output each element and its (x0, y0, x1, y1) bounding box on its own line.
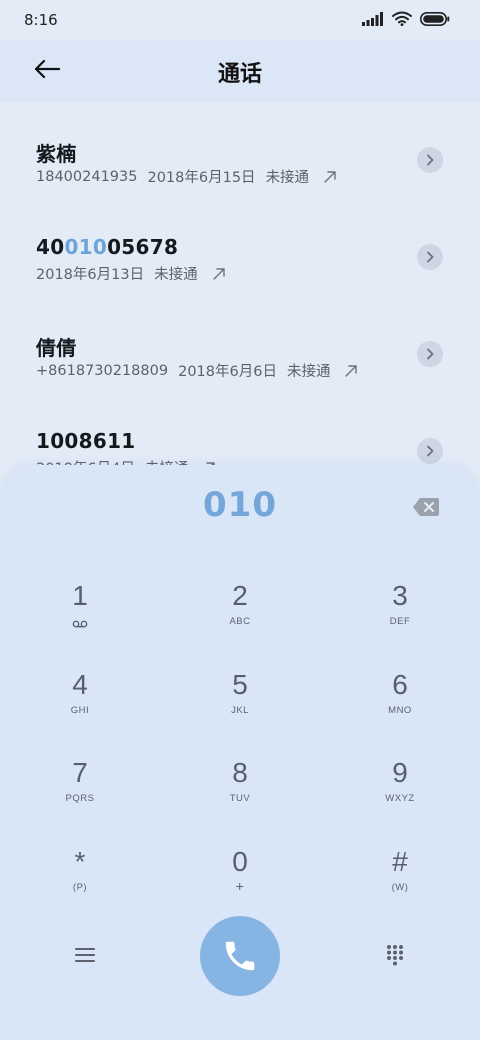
key-8[interactable]: 8 TUV (180, 757, 300, 837)
call-log-item[interactable]: 4001005678 2018年6月13日 未接通 (0, 201, 480, 298)
key-letters: (W) (391, 882, 409, 893)
contact-name: 紫楠 (36, 142, 77, 166)
call-detail: 2018年6月13日 未接通 (36, 263, 226, 284)
key-letters: ABC (229, 616, 251, 627)
phone-number: 18400241935 (36, 168, 138, 185)
key-letters: PQRS (65, 793, 95, 804)
key-digit: 9 (392, 757, 408, 788)
voicemail-icon (72, 620, 88, 628)
backspace-icon (413, 498, 439, 516)
key-5[interactable]: 5 JKL (180, 669, 300, 749)
key-digit: 2 (232, 580, 248, 611)
key-digit: 1 (72, 580, 88, 611)
key-letters: (P) (72, 882, 88, 893)
key-digit: 5 (232, 669, 248, 700)
call-status: 未接通 (286, 364, 331, 380)
key-digit: 7 (72, 757, 88, 788)
name-suffix: 05678 (107, 235, 179, 259)
wifi-icon (392, 11, 412, 26)
key-3[interactable]: 3 DEF (340, 580, 460, 660)
key-digit: 3 (392, 580, 408, 611)
key-1[interactable]: 1 (20, 580, 140, 660)
call-status: 未接通 (154, 267, 198, 283)
key-0[interactable]: 0 + (180, 846, 300, 926)
contact-name: 1008611 (36, 429, 136, 453)
call-detail-button[interactable] (417, 438, 443, 464)
status-bar: 8:16 (0, 0, 480, 40)
key-letters: TUV (229, 793, 251, 804)
backspace-button[interactable] (412, 497, 440, 517)
chevron-right-icon (427, 154, 434, 166)
call-log-list: 紫楠 18400241935 2018年6月15日 未接通 4001005678… (0, 104, 480, 492)
chevron-right-icon (427, 348, 434, 360)
name-prefix: 40 (36, 235, 65, 259)
menu-icon (75, 948, 95, 962)
dialpad: 010 1 2 ABC 3 DEF 4 GHI 5 JKL 6 MNO 7 PQ… (0, 465, 480, 1040)
call-date: 2018年6月13日 (36, 267, 145, 283)
call-detail-button[interactable] (417, 147, 443, 173)
call-detail-button[interactable] (417, 341, 443, 367)
keypad-toggle-button[interactable] (380, 940, 410, 970)
key-7[interactable]: 7 PQRS (20, 757, 140, 837)
battery-icon (420, 11, 450, 26)
chevron-right-icon (427, 251, 434, 263)
key-digit: * (74, 846, 86, 877)
header: 通话 (0, 40, 480, 102)
name-match-highlight: 010 (64, 235, 108, 259)
contact-name: 4001005678 (36, 235, 178, 259)
call-log-item[interactable]: 紫楠 18400241935 2018年6月15日 未接通 (0, 104, 480, 201)
call-log-item[interactable]: 倩倩 +8618730218809 2018年6月6日 未接通 (0, 298, 480, 395)
page-title: 通话 (217, 62, 262, 87)
key-hash[interactable]: # (W) (340, 846, 460, 926)
key-digit: # (392, 846, 408, 877)
call-detail: 18400241935 2018年6月15日 未接通 (36, 166, 337, 187)
chevron-right-icon (427, 445, 434, 457)
outgoing-arrow-icon (212, 267, 225, 280)
status-time: 8:16 (24, 11, 58, 29)
outgoing-arrow-icon (345, 364, 358, 377)
phone-number: +8618730218809 (36, 362, 169, 379)
key-letters: + (235, 878, 245, 894)
key-letters: MNO (388, 705, 412, 716)
contact-name: 倩倩 (36, 336, 77, 360)
call-status: 未接通 (265, 170, 310, 186)
keypad-icon (387, 945, 403, 966)
outgoing-arrow-icon (324, 170, 336, 183)
menu-button[interactable] (70, 940, 100, 970)
call-detail: +8618730218809 2018年6月6日 未接通 (36, 360, 358, 381)
key-digit: 6 (392, 669, 408, 700)
key-letters: GHI (70, 705, 90, 716)
phone-icon (225, 941, 255, 971)
key-letters: DEF (389, 616, 411, 627)
key-4[interactable]: 4 GHI (20, 669, 140, 749)
key-letters: JKL (231, 705, 249, 716)
key-digit: 8 (232, 757, 248, 788)
key-2[interactable]: 2 ABC (180, 580, 300, 660)
call-date: 2018年6月6日 (178, 364, 277, 380)
call-detail-button[interactable] (417, 244, 443, 270)
key-9[interactable]: 9 WXYZ (340, 757, 460, 837)
key-digit: 4 (72, 669, 88, 700)
dialed-number: 010 (203, 485, 277, 525)
key-letters: WXYZ (385, 793, 415, 804)
signal-icon (362, 11, 383, 26)
call-button[interactable] (200, 916, 280, 996)
key-6[interactable]: 6 MNO (340, 669, 460, 749)
key-digit: 0 (232, 846, 248, 877)
call-date: 2018年6月15日 (147, 170, 256, 186)
key-star[interactable]: * (P) (20, 846, 140, 926)
status-icons (362, 11, 450, 26)
